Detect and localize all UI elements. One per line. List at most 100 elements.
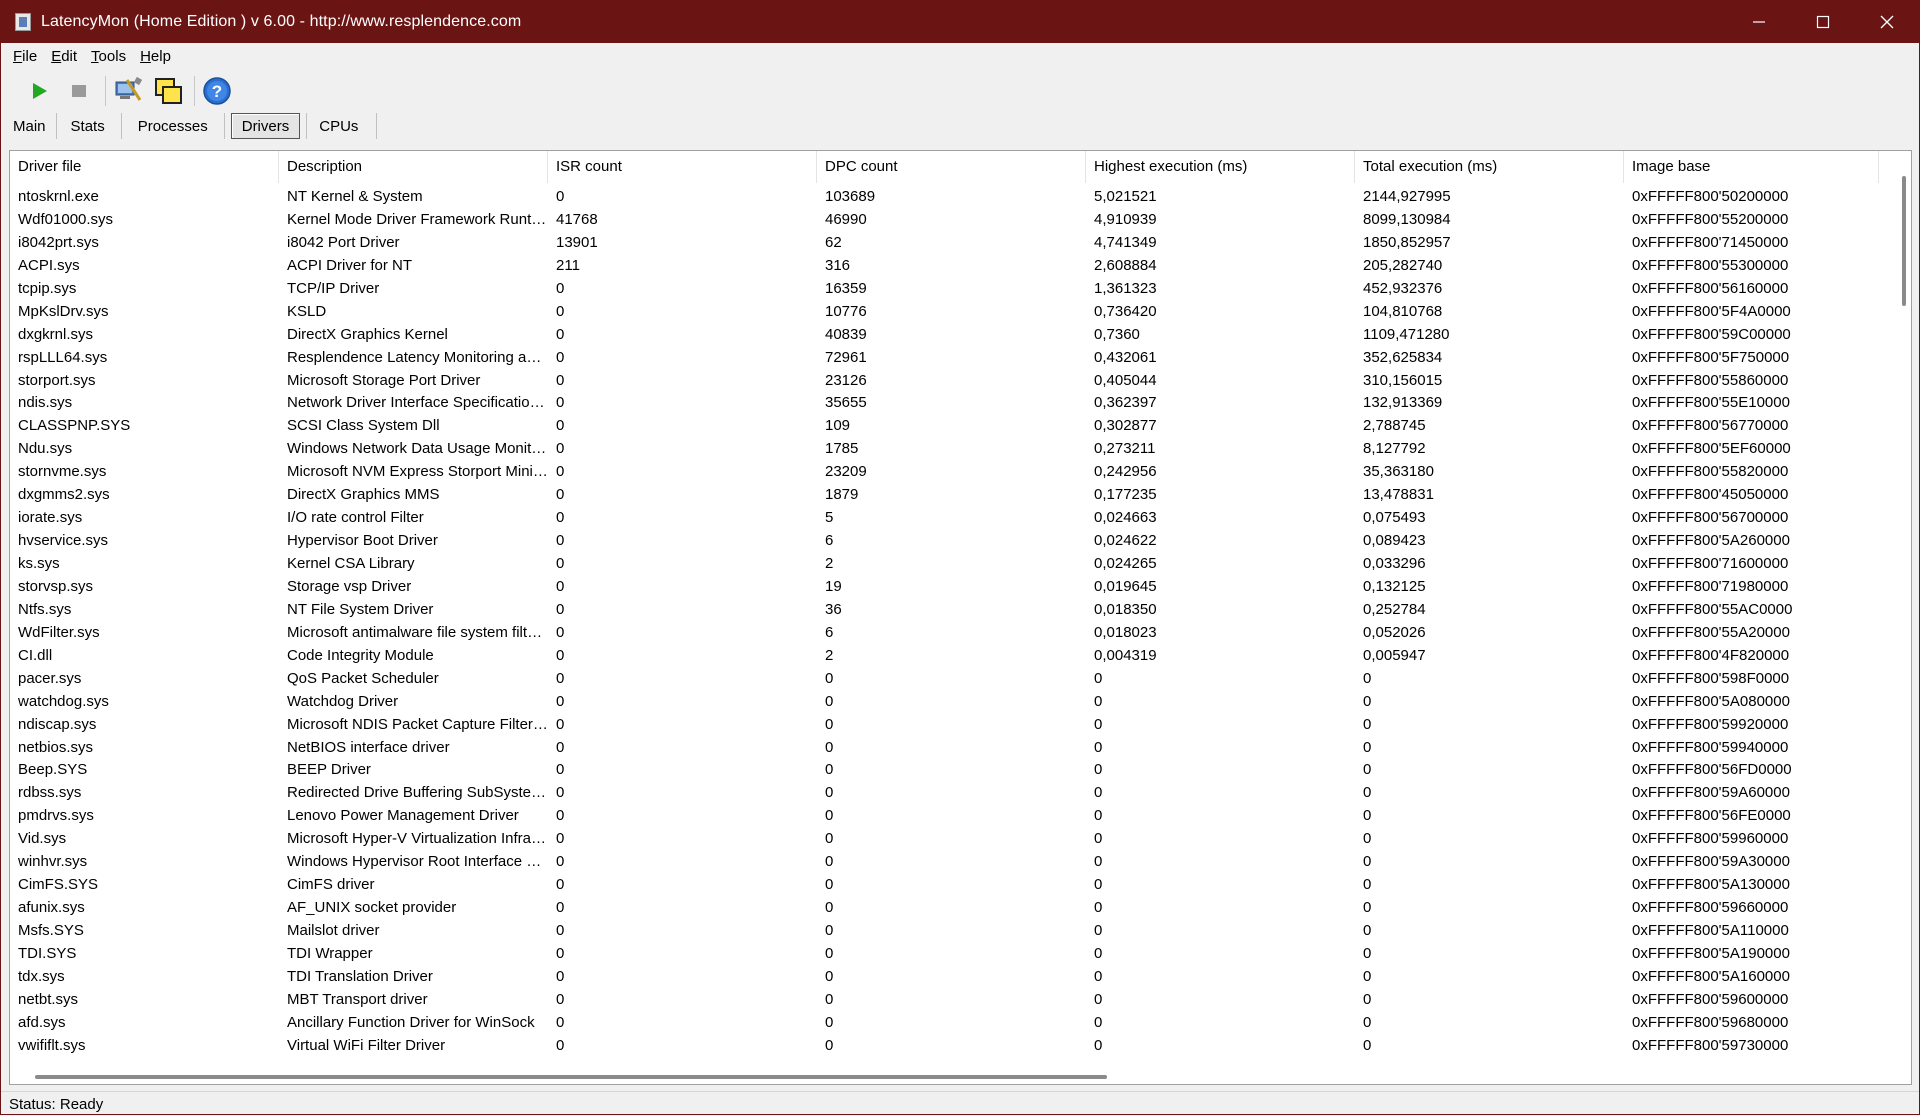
table-row[interactable]: CimFS.SYS CimFS driver 0 0 0 0 0xFFFFF800'5A13… <box>10 874 1900 897</box>
table-row[interactable]: WdFilter.sys Microsoft antimalware file s… <box>10 622 1900 645</box>
isr-count-cell: 0 <box>556 302 565 320</box>
description-cell: DirectX Graphics Kernel <box>287 325 448 343</box>
driver-file-cell: afd.sys <box>18 1013 66 1031</box>
table-row[interactable]: ACPI.sys ACPI Driver for NT 211 316 2,608884… <box>10 255 1900 278</box>
table-row[interactable]: tcpip.sys TCP/IP Driver 0 16359 1,361323 452,… <box>10 278 1900 301</box>
total-execution-cell: 0 <box>1363 784 1372 802</box>
table-row[interactable]: pacer.sys QoS Packet Scheduler 0 0 0 0 0xFFFFF… <box>10 668 1900 691</box>
driver-file-cell: Msfs.SYS <box>18 922 84 939</box>
table-row[interactable]: Beep.SYS BEEP Driver 0 0 0 0 0xFFFFF800'56FD00… <box>10 759 1900 782</box>
menu-edit[interactable]: Edit <box>51 48 77 65</box>
isr-count-cell: 0 <box>556 394 565 412</box>
highest-execution-cell: 0 <box>1094 990 1103 1008</box>
table-row[interactable]: storvsp.sys Storage vsp Driver 0 19 0,019645… <box>10 576 1900 599</box>
tab-drivers[interactable]: Drivers <box>230 113 301 139</box>
table-row[interactable]: TDI.SYS TDI Wrapper 0 0 0 0 0xFFFFF800'5A19000… <box>10 943 1900 966</box>
total-execution-cell: 104,810768 <box>1363 302 1443 320</box>
table-row[interactable]: vwififlt.sys Virtual WiFi Filter Driver 0 0… <box>10 1035 1900 1058</box>
table-row[interactable]: pmdrvs.sys Lenovo Power Management Driver… <box>10 805 1900 828</box>
minimize-button[interactable] <box>1727 1 1791 43</box>
tab-strip: Main Stats Processes Drivers CPUs <box>1 111 378 141</box>
table-row[interactable]: ndiscap.sys Microsoft NDIS Packet Capture… <box>10 714 1900 737</box>
close-button[interactable] <box>1855 1 1919 43</box>
dpc-count-cell: 316 <box>825 256 851 274</box>
description-cell: CimFS driver <box>287 876 375 894</box>
help-button[interactable]: ? <box>201 75 233 107</box>
table-row[interactable]: Msfs.SYS Mailslot driver 0 0 0 0 0xFFFFF800'5A… <box>10 920 1900 943</box>
table-row[interactable]: dxgmms2.sys DirectX Graphics MMS 0 1879 0,17… <box>10 484 1900 507</box>
computer-tools-button[interactable] <box>112 75 144 107</box>
menu-tools[interactable]: Tools <box>91 48 126 65</box>
maximize-button[interactable] <box>1791 1 1855 43</box>
table-row[interactable]: ndis.sys Network Driver Interface Specifi… <box>10 392 1900 415</box>
table-row[interactable]: hvservice.sys Hypervisor Boot Driver 0 6 0,0… <box>10 530 1900 553</box>
column-header-highest-execution[interactable]: Highest execution (ms) <box>1086 151 1355 183</box>
table-row[interactable]: stornvme.sys Microsoft NVM Express Storpo… <box>10 461 1900 484</box>
table-row[interactable]: rdbss.sys Redirected Drive Buffering SubS… <box>10 782 1900 805</box>
dpc-count-cell: 0 <box>825 715 834 733</box>
driver-file-cell: MpKslDrv.sys <box>18 302 109 320</box>
vertical-scrollbar[interactable] <box>1897 151 1911 1071</box>
description-cell: Windows Hypervisor Root Interface Driver <box>287 853 548 871</box>
table-row[interactable]: MpKslDrv.sys KSLD 0 10776 0,736420 104,810768… <box>10 301 1900 324</box>
driver-file-cell: hvservice.sys <box>18 532 109 550</box>
description-cell: TCP/IP Driver <box>287 279 380 297</box>
total-execution-cell: 0 <box>1363 807 1372 825</box>
table-row[interactable]: afunix.sys AF_UNIX socket provider 0 0 0 0 0xF… <box>10 897 1900 920</box>
table-row[interactable]: CLASSPNP.SYS SCSI Class System Dll 0 109 0,3… <box>10 415 1900 438</box>
column-header-description[interactable]: Description <box>279 151 548 183</box>
table-row[interactable]: Vid.sys Microsoft Hyper-V Virtualization … <box>10 828 1900 851</box>
description-cell: Microsoft Storage Port Driver <box>287 371 481 389</box>
windows-button[interactable] <box>152 75 184 107</box>
driver-file-cell: winhvr.sys <box>18 853 88 871</box>
title-bar[interactable]: LatencyMon (Home Edition ) v 6.00 - http… <box>1 1 1919 43</box>
table-row[interactable]: storport.sys Microsoft Storage Port Drive… <box>10 370 1900 393</box>
column-header-dpc-count[interactable]: DPC count <box>817 151 1086 183</box>
table-row[interactable]: Ndu.sys Windows Network Data Usage Monito… <box>10 438 1900 461</box>
table-row[interactable]: watchdog.sys Watchdog Driver 0 0 0 0 0xFFFFF80… <box>10 691 1900 714</box>
drivers-list[interactable]: Driver file Description ISR count DPC co… <box>9 150 1912 1085</box>
table-row[interactable]: rspLLL64.sys Resplendence Latency Monitor… <box>10 347 1900 370</box>
image-base-cell: 0xFFFFF800'55860000 <box>1632 371 1789 389</box>
table-row[interactable]: Wdf01000.sys Kernel Mode Driver Framework… <box>10 209 1900 232</box>
table-row[interactable]: netbios.sys NetBIOS interface driver 0 0 0 0 0… <box>10 737 1900 760</box>
description-cell: Watchdog Driver <box>287 692 399 710</box>
menu-file[interactable]: File <box>13 48 37 65</box>
column-header-image-base[interactable]: Image base <box>1624 151 1879 183</box>
total-execution-cell: 352,625834 <box>1363 348 1443 366</box>
menu-bar: File Edit Tools Help <box>1 43 1919 69</box>
horizontal-scroll-thumb[interactable] <box>35 1075 1107 1079</box>
table-row[interactable]: CI.dll Code Integrity Module 0 2 0,004319 0,0… <box>10 645 1900 668</box>
driver-file-cell: TDI.SYS <box>18 944 77 962</box>
table-row[interactable]: Ntfs.sys NT File System Driver 0 36 0,018350… <box>10 599 1900 622</box>
window-title: LatencyMon (Home Edition ) v 6.00 - http… <box>41 13 522 30</box>
isr-count-cell: 0 <box>556 830 565 848</box>
table-row[interactable]: afd.sys Ancillary Function Driver for Win… <box>10 1012 1900 1035</box>
stop-button[interactable] <box>63 75 95 107</box>
dpc-count-cell: 0 <box>825 738 834 756</box>
column-header-driver-file[interactable]: Driver file <box>10 151 279 183</box>
start-button[interactable] <box>23 75 55 107</box>
column-header-isr-count[interactable]: ISR count <box>548 151 817 183</box>
table-row[interactable]: netbt.sys MBT Transport driver 0 0 0 0 0xFFFFF… <box>10 989 1900 1012</box>
table-row[interactable]: dxgkrnl.sys DirectX Graphics Kernel 0 40839… <box>10 324 1900 347</box>
dpc-count-cell: 0 <box>825 967 834 985</box>
column-header-total-execution[interactable]: Total execution (ms) <box>1355 151 1624 183</box>
tab-cpus[interactable]: CPUs <box>306 113 378 139</box>
table-row[interactable]: winhvr.sys Windows Hypervisor Root Interf… <box>10 851 1900 874</box>
tab-stats[interactable]: Stats <box>57 113 122 139</box>
tab-main[interactable]: Main <box>3 113 57 139</box>
isr-count-cell: 0 <box>556 807 565 825</box>
menu-help[interactable]: Help <box>140 48 171 65</box>
table-row[interactable]: ntoskrnl.exe NT Kernel & System 0 103689 5,0… <box>10 186 1900 209</box>
tab-processes[interactable]: Processes <box>122 113 225 139</box>
image-base-cell: 0xFFFFF800'5F750000 <box>1632 348 1790 366</box>
table-row[interactable]: i8042prt.sys i8042 Port Driver 13901 62 4,74… <box>10 232 1900 255</box>
table-row[interactable]: ks.sys Kernel CSA Library 0 2 0,024265 0,0332… <box>10 553 1900 576</box>
vertical-scroll-thumb[interactable] <box>1902 176 1906 306</box>
table-row[interactable]: tdx.sys TDI Translation Driver 0 0 0 0 0xFFFFF… <box>10 966 1900 989</box>
total-execution-cell: 0 <box>1363 830 1372 848</box>
table-row[interactable]: iorate.sys I/O rate control Filter 0 5 0,024… <box>10 507 1900 530</box>
horizontal-scrollbar[interactable] <box>10 1070 1900 1084</box>
help-icon: ? <box>203 77 231 105</box>
